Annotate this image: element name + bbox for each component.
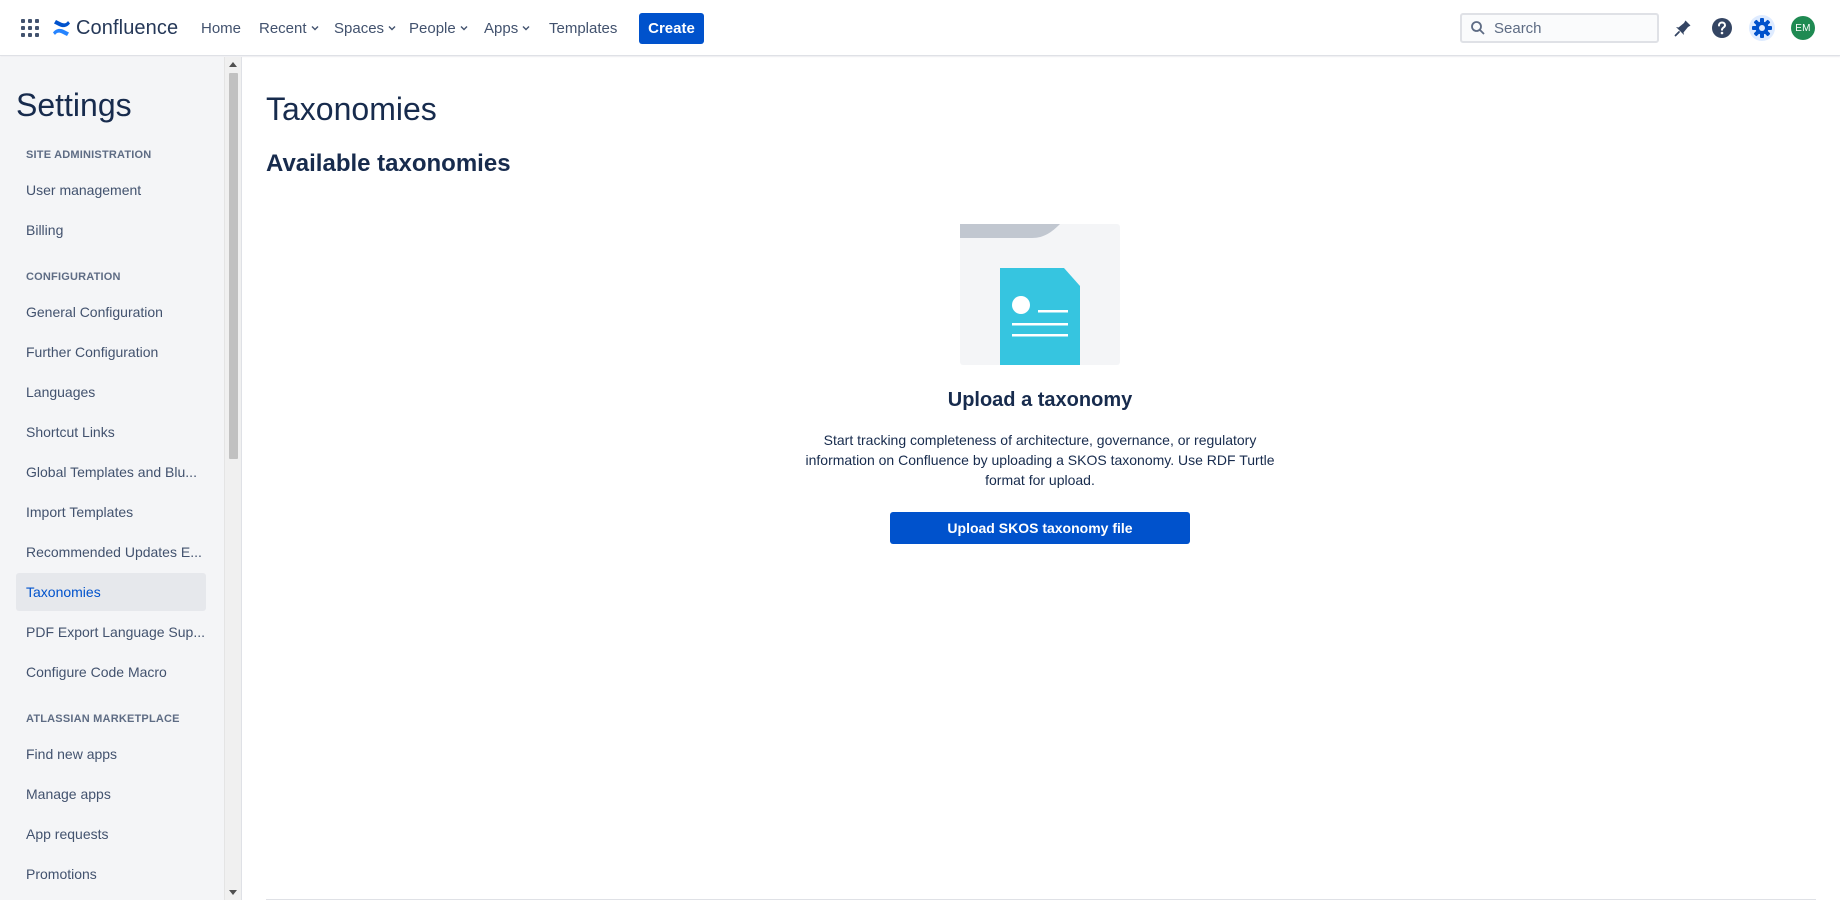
- create-button[interactable]: Create: [639, 13, 704, 44]
- scroll-down-arrow-icon[interactable]: [229, 890, 237, 895]
- sidebar-item-manage-apps[interactable]: Manage apps: [16, 775, 206, 813]
- settings-icon: [1752, 18, 1772, 38]
- empty-state-description: Start tracking completeness of architect…: [805, 432, 1275, 488]
- scrollbar-thumb[interactable]: [229, 73, 238, 459]
- sidebar-item-billing[interactable]: Billing: [16, 211, 206, 249]
- nav-home[interactable]: Home: [201, 18, 241, 38]
- nav-label: Home: [201, 19, 242, 37]
- confluence-logo-icon: [53, 20, 70, 36]
- nav-recent[interactable]: Recent: [259, 18, 320, 38]
- scroll-up-arrow-icon[interactable]: [229, 62, 237, 67]
- sidebar-item-find-new-apps[interactable]: Find new apps: [16, 735, 206, 773]
- search-input[interactable]: [1494, 19, 1644, 37]
- sidebar-item-app-requests[interactable]: App requests: [16, 815, 206, 853]
- section-title: Available taxonomies: [266, 150, 511, 177]
- sidebar-item-general-configuration[interactable]: General Configuration: [16, 293, 206, 331]
- sidebar-item-promotions[interactable]: Promotions: [16, 855, 206, 893]
- sidebar-item-further-configuration[interactable]: Further Configuration: [16, 333, 206, 371]
- sidebar-item-user-management[interactable]: User management: [16, 171, 206, 209]
- app-switcher-icon[interactable]: [20, 18, 40, 38]
- sidebar-item-recommended-updates[interactable]: Recommended Updates E...: [16, 533, 206, 571]
- sidebar-divider: [241, 57, 242, 900]
- sidebar-item-pdf-export-language[interactable]: PDF Export Language Sup...: [16, 613, 206, 651]
- sidebar-title: Settings: [16, 87, 132, 123]
- nav-templates[interactable]: Templates: [549, 18, 617, 38]
- sidebar-item-shortcut-links[interactable]: Shortcut Links: [16, 413, 206, 451]
- sidebar-item-taxonomies[interactable]: Taxonomies: [16, 573, 206, 611]
- upload-skos-taxonomy-button[interactable]: Upload SKOS taxonomy file: [890, 512, 1190, 544]
- settings-sidebar: Settings SITE ADMINISTRATION User manage…: [0, 57, 224, 900]
- section-heading-site-administration: SITE ADMINISTRATION: [26, 149, 152, 161]
- nav-apps[interactable]: Apps: [484, 18, 531, 38]
- section-heading-atlassian-marketplace: ATLASSIAN MARKETPLACE: [26, 713, 180, 725]
- nav-spaces[interactable]: Spaces: [334, 18, 397, 38]
- section-heading-configuration: CONFIGURATION: [26, 271, 121, 283]
- nav-label: Templates: [549, 19, 618, 37]
- notifications-icon: [1674, 20, 1691, 37]
- sidebar-item-languages[interactable]: Languages: [16, 373, 206, 411]
- empty-state-title: Upload a taxonomy: [947, 389, 1133, 411]
- nav-label: Spaces: [334, 19, 385, 37]
- help-button[interactable]: [1709, 15, 1735, 41]
- nav-label: Recent: [259, 19, 307, 37]
- search-box[interactable]: [1460, 13, 1659, 43]
- empty-state-illustration: [960, 224, 1120, 365]
- nav-label: Apps: [484, 19, 519, 37]
- help-icon: [1712, 18, 1732, 38]
- top-navigation: Confluence Home Recent Spaces People App…: [0, 0, 1840, 56]
- confluence-logo[interactable]: Confluence: [52, 15, 178, 41]
- sidebar-scrollbar[interactable]: [224, 57, 241, 900]
- nav-people[interactable]: People: [409, 18, 469, 38]
- chevron-down-icon: [522, 26, 530, 31]
- app-name: Confluence: [76, 16, 179, 39]
- sidebar-item-configure-code-macro[interactable]: Configure Code Macro: [16, 653, 206, 691]
- chevron-down-icon: [388, 26, 396, 31]
- chevron-down-icon: [311, 26, 319, 31]
- sidebar-item-import-templates[interactable]: Import Templates: [16, 493, 206, 531]
- page-title: Taxonomies: [266, 91, 437, 127]
- avatar[interactable]: EM: [1791, 16, 1815, 40]
- settings-button[interactable]: [1749, 15, 1775, 41]
- sidebar-item-global-templates[interactable]: Global Templates and Blu...: [16, 453, 206, 491]
- search-icon: [1471, 21, 1485, 35]
- notifications-button[interactable]: [1670, 15, 1696, 41]
- nav-label: People: [409, 19, 456, 37]
- chevron-down-icon: [460, 26, 468, 31]
